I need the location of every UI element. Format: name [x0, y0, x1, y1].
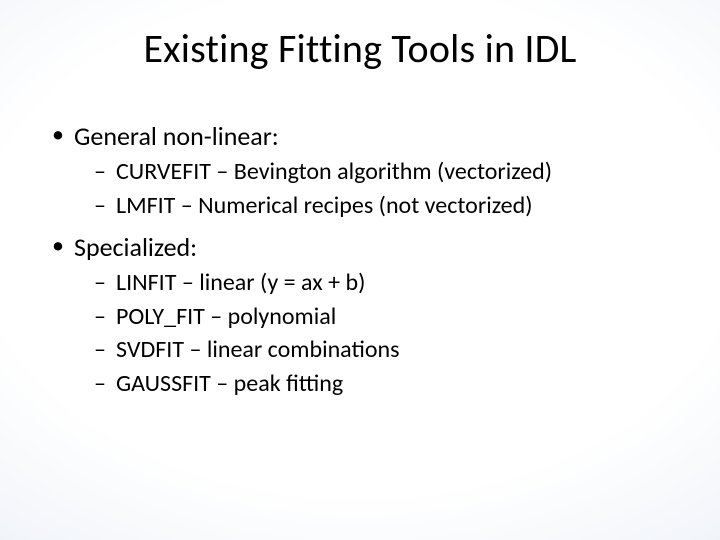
bullet-lvl2: LMFIT – Numerical recipes (not vectorize…: [48, 191, 672, 222]
bullet-lvl2: GAUSSFIT – peak fitting: [48, 369, 672, 400]
bullet-lvl1: Specialized:: [48, 231, 672, 264]
bullet-lvl2: LINFIT – linear (y = ax + b): [48, 268, 672, 299]
bullet-lvl2: POLY_FIT – polynomial: [48, 302, 672, 333]
bullet-lvl2: SVDFIT – linear combinations: [48, 335, 672, 366]
slide-body: General non-linear: CURVEFIT – Bevington…: [48, 120, 672, 403]
slide-title: Existing Fitting Tools in IDL: [0, 24, 720, 73]
slide: Existing Fitting Tools in IDL General no…: [0, 0, 720, 540]
bullet-lvl1: General non-linear:: [48, 120, 672, 153]
bullet-lvl2: CURVEFIT – Bevington algorithm (vectoriz…: [48, 157, 672, 188]
